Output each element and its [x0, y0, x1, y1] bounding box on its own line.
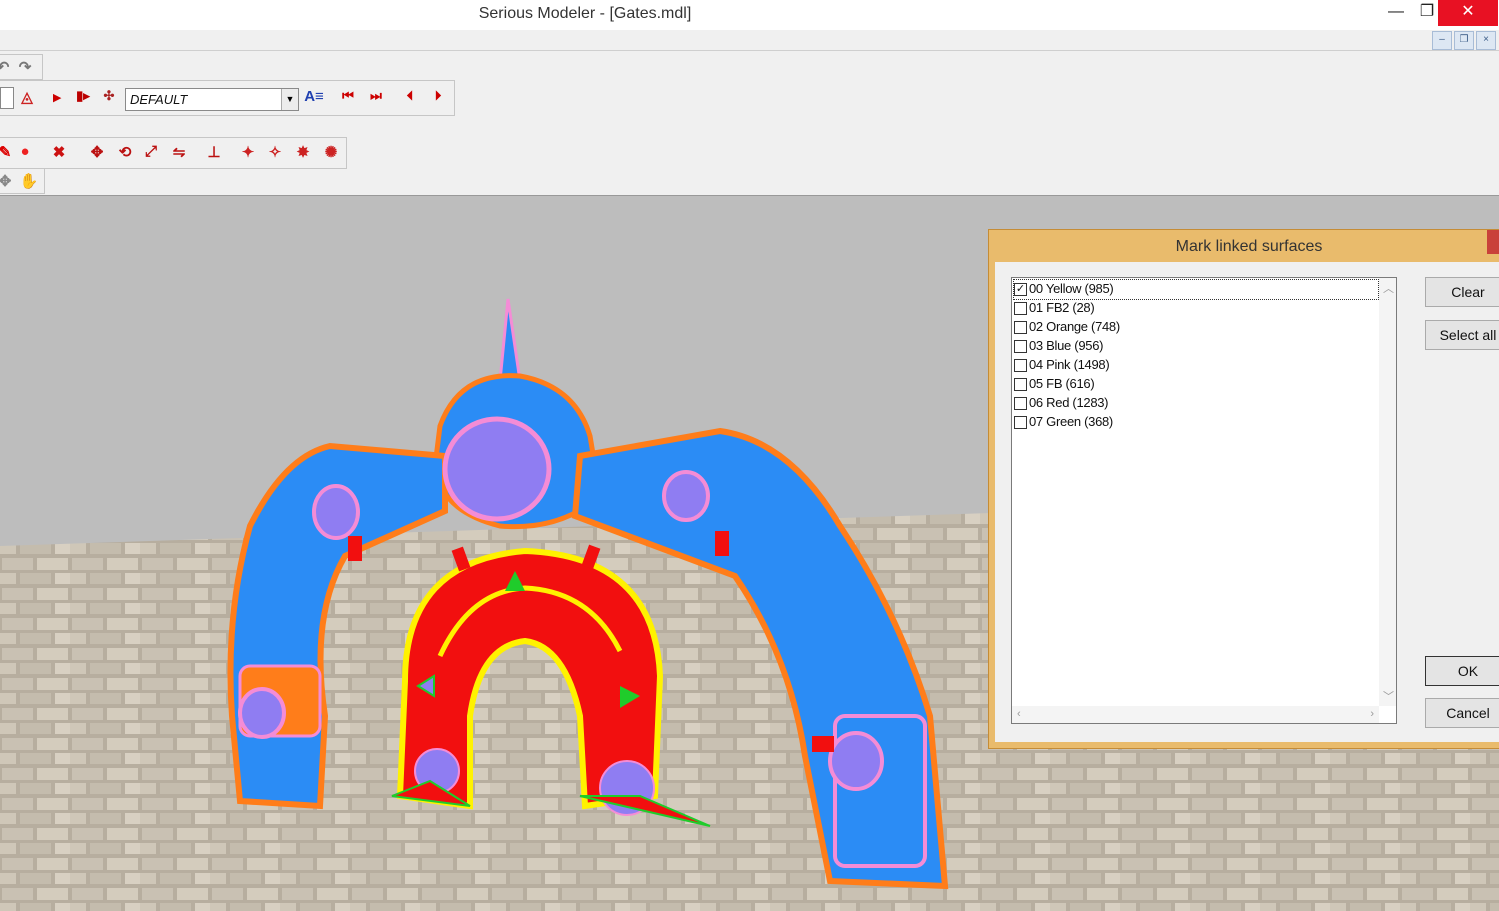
title-bar: Serious Modeler - [Gates.mdl] — ❐ ✕: [0, 0, 1499, 30]
list-item[interactable]: 07 Green (368): [1014, 413, 1378, 432]
dialog-body: ✓ 00 Yellow (985) 01 FB2 (28) 02 Orange …: [995, 262, 1499, 742]
undo-icon[interactable]: ↶: [0, 58, 14, 76]
surface-checkbox[interactable]: ✓: [1014, 283, 1027, 296]
animation-select-value: DEFAULT: [130, 92, 188, 107]
mapping-toolbar: ✎ ● ✖ ✥ ⟲ ⤢ ⇋ ⊥ ✦ ✧ ✸ ✺: [0, 137, 347, 169]
surface-label: 03 Blue (956): [1029, 338, 1104, 353]
light-move-icon[interactable]: ✦: [237, 143, 259, 161]
horizontal-scrollbar[interactable]: ‹ ›: [1012, 706, 1379, 723]
list-item[interactable]: 01 FB2 (28): [1014, 299, 1378, 318]
surface-label: 06 Red (1283): [1029, 395, 1109, 410]
scroll-up-icon[interactable]: ︿: [1383, 280, 1394, 296]
mapping-axis-icon[interactable]: ⊥: [203, 143, 225, 161]
animation-icon[interactable]: ◬: [16, 88, 38, 106]
play-selection-icon[interactable]: ▮▸: [72, 88, 94, 104]
pan-icon[interactable]: ✋: [18, 172, 40, 190]
select-all-button[interactable]: Select all: [1425, 320, 1499, 350]
surface-checkbox[interactable]: [1014, 321, 1027, 334]
animation-toolbar: ◬ ▸ ▮▸ ✣ DEFAULT ▼ A≡ ⏮ ⏭ ⏴ ⏵: [0, 80, 455, 116]
surface-label: 02 Orange (748): [1029, 319, 1120, 334]
window-title: Serious Modeler - [Gates.mdl]: [478, 5, 692, 22]
close-button[interactable]: ✕: [1438, 0, 1498, 26]
list-item[interactable]: 06 Red (1283): [1014, 394, 1378, 413]
mapping-flip-icon[interactable]: ⇋: [168, 143, 190, 161]
extra-toolbar: ✥ ✋: [0, 168, 45, 194]
surface-label: 00 Yellow (985): [1029, 281, 1114, 296]
zoom-icon[interactable]: ✥: [0, 172, 16, 190]
list-item[interactable]: 05 FB (616): [1014, 375, 1378, 394]
next-frame-icon[interactable]: ⏵: [427, 88, 449, 104]
list-item[interactable]: ✓ 00 Yellow (985): [1013, 279, 1379, 300]
cancel-button[interactable]: Cancel: [1425, 698, 1499, 728]
mdi-bar: – ❐ ×: [0, 30, 1499, 51]
list-item[interactable]: 04 Pink (1498): [1014, 356, 1378, 375]
ok-button[interactable]: OK: [1425, 656, 1499, 686]
mapping-scale-icon[interactable]: ⤢: [140, 143, 162, 160]
surface-label: 01 FB2 (28): [1029, 300, 1095, 315]
list-item[interactable]: 02 Orange (748): [1014, 318, 1378, 337]
dialog-title: Mark linked surfaces: [1175, 238, 1323, 255]
first-frame-icon[interactable]: ⏮: [337, 88, 359, 104]
vertical-scrollbar[interactable]: ︿ ﹀: [1379, 278, 1396, 706]
mdi-close-button[interactable]: ×: [1476, 31, 1496, 50]
mapping-move-icon[interactable]: ✥: [86, 143, 108, 161]
prev-frame-icon[interactable]: ⏴: [399, 88, 421, 104]
surface-checkbox[interactable]: [1014, 359, 1027, 372]
dialog-close-button[interactable]: [1487, 230, 1499, 254]
color-palette-icon[interactable]: ●: [14, 143, 36, 160]
edit-toolbar: ↶ ↷: [0, 54, 43, 80]
surface-checkbox[interactable]: [1014, 378, 1027, 391]
scroll-left-icon[interactable]: ‹: [1017, 708, 1021, 720]
redo-icon[interactable]: ↷: [14, 58, 36, 76]
light-rotate-icon[interactable]: ✧: [264, 143, 286, 161]
mapping-rotate-icon[interactable]: ⟲: [114, 143, 136, 161]
scroll-right-icon[interactable]: ›: [1370, 708, 1374, 720]
surface-checkbox[interactable]: [1014, 397, 1027, 410]
last-frame-icon[interactable]: ⏭: [365, 88, 387, 104]
surface-checkbox[interactable]: [1014, 416, 1027, 429]
surface-list[interactable]: ✓ 00 Yellow (985) 01 FB2 (28) 02 Orange …: [1011, 277, 1397, 724]
delete-icon[interactable]: ✖: [48, 143, 70, 161]
light-color-icon[interactable]: ✸: [292, 143, 314, 161]
surface-label: 04 Pink (1498): [1029, 357, 1110, 372]
clear-button[interactable]: Clear: [1425, 277, 1499, 307]
mdi-minimize-button[interactable]: –: [1432, 31, 1452, 50]
mark-linked-surfaces-dialog: Mark linked surfaces ✓ 00 Yellow (985) 0…: [988, 229, 1499, 749]
scroll-down-icon[interactable]: ﹀: [1383, 688, 1394, 704]
surface-checkbox[interactable]: [1014, 302, 1027, 315]
frame-field[interactable]: [0, 87, 14, 109]
mdi-restore-button[interactable]: ❐: [1454, 31, 1474, 50]
animation-select[interactable]: DEFAULT ▼: [125, 88, 299, 111]
surface-checkbox[interactable]: [1014, 340, 1027, 353]
chevron-down-icon[interactable]: ▼: [281, 89, 298, 110]
play-icon[interactable]: ▸: [46, 88, 68, 106]
surface-label: 07 Green (368): [1029, 414, 1113, 429]
light-settings-icon[interactable]: ✺: [320, 143, 342, 161]
frame-settings-icon[interactable]: ✣: [98, 88, 120, 104]
rename-animation-icon[interactable]: A≡: [303, 88, 325, 105]
surface-label: 05 FB (616): [1029, 376, 1095, 391]
list-item[interactable]: 03 Blue (956): [1014, 337, 1378, 356]
